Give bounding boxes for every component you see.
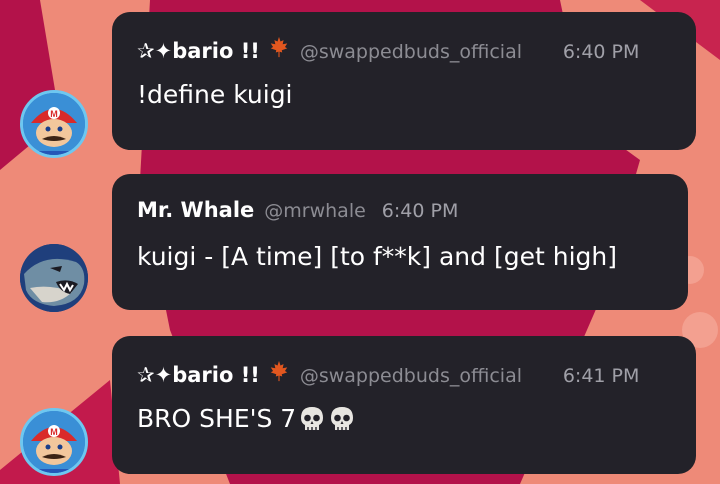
message-header: ✰✦bario !! @swappedbuds_official 6:41 PM	[137, 360, 696, 390]
mario-avatar-icon: M	[23, 411, 85, 473]
user-avatar[interactable]: M	[20, 90, 88, 158]
message-timestamp: 6:41 PM	[562, 365, 640, 387]
message-bubble[interactable]: ✰✦bario !! @swappedbuds_official 6:40 PM…	[112, 12, 696, 150]
user-handle[interactable]: @swappedbuds_official	[300, 365, 547, 387]
display-name[interactable]: Mr. Whale	[137, 198, 254, 222]
display-name[interactable]: ✰✦bario !!	[137, 39, 260, 63]
message-text: BRO SHE'S 7	[137, 404, 297, 433]
message-text: !define kuigi	[137, 80, 293, 109]
user-handle[interactable]: @swappedbuds_official	[300, 41, 547, 63]
svg-text:M: M	[50, 427, 58, 437]
whale-avatar-icon	[20, 244, 88, 312]
message-text-row: BRO SHE'S 7	[137, 404, 696, 439]
user-handle[interactable]: @mrwhale	[264, 200, 366, 222]
skull-emoji	[298, 405, 326, 439]
message-header: ✰✦bario !! @swappedbuds_official 6:40 PM	[137, 36, 696, 66]
message-text: kuigi - [A time] [to f**k] and [get high…	[137, 242, 617, 271]
skull-emoji	[328, 405, 356, 439]
message-bubble[interactable]: ✰✦bario !! @swappedbuds_official 6:41 PM…	[112, 336, 696, 474]
message-timestamp: 6:40 PM	[562, 41, 640, 63]
mario-avatar-icon: M	[23, 93, 85, 155]
maple-leaf-icon	[268, 360, 290, 386]
message-bubble[interactable]: Mr. Whale @mrwhale 6:40 PM kuigi - [A ti…	[112, 174, 688, 310]
svg-text:M: M	[50, 109, 58, 119]
maple-leaf-icon	[268, 36, 290, 62]
display-name[interactable]: ✰✦bario !!	[137, 363, 260, 387]
message-header: Mr. Whale @mrwhale 6:40 PM	[137, 198, 688, 228]
message-timestamp: 6:40 PM	[381, 200, 459, 222]
user-avatar[interactable]: M	[20, 408, 88, 476]
user-avatar[interactable]	[20, 244, 88, 312]
